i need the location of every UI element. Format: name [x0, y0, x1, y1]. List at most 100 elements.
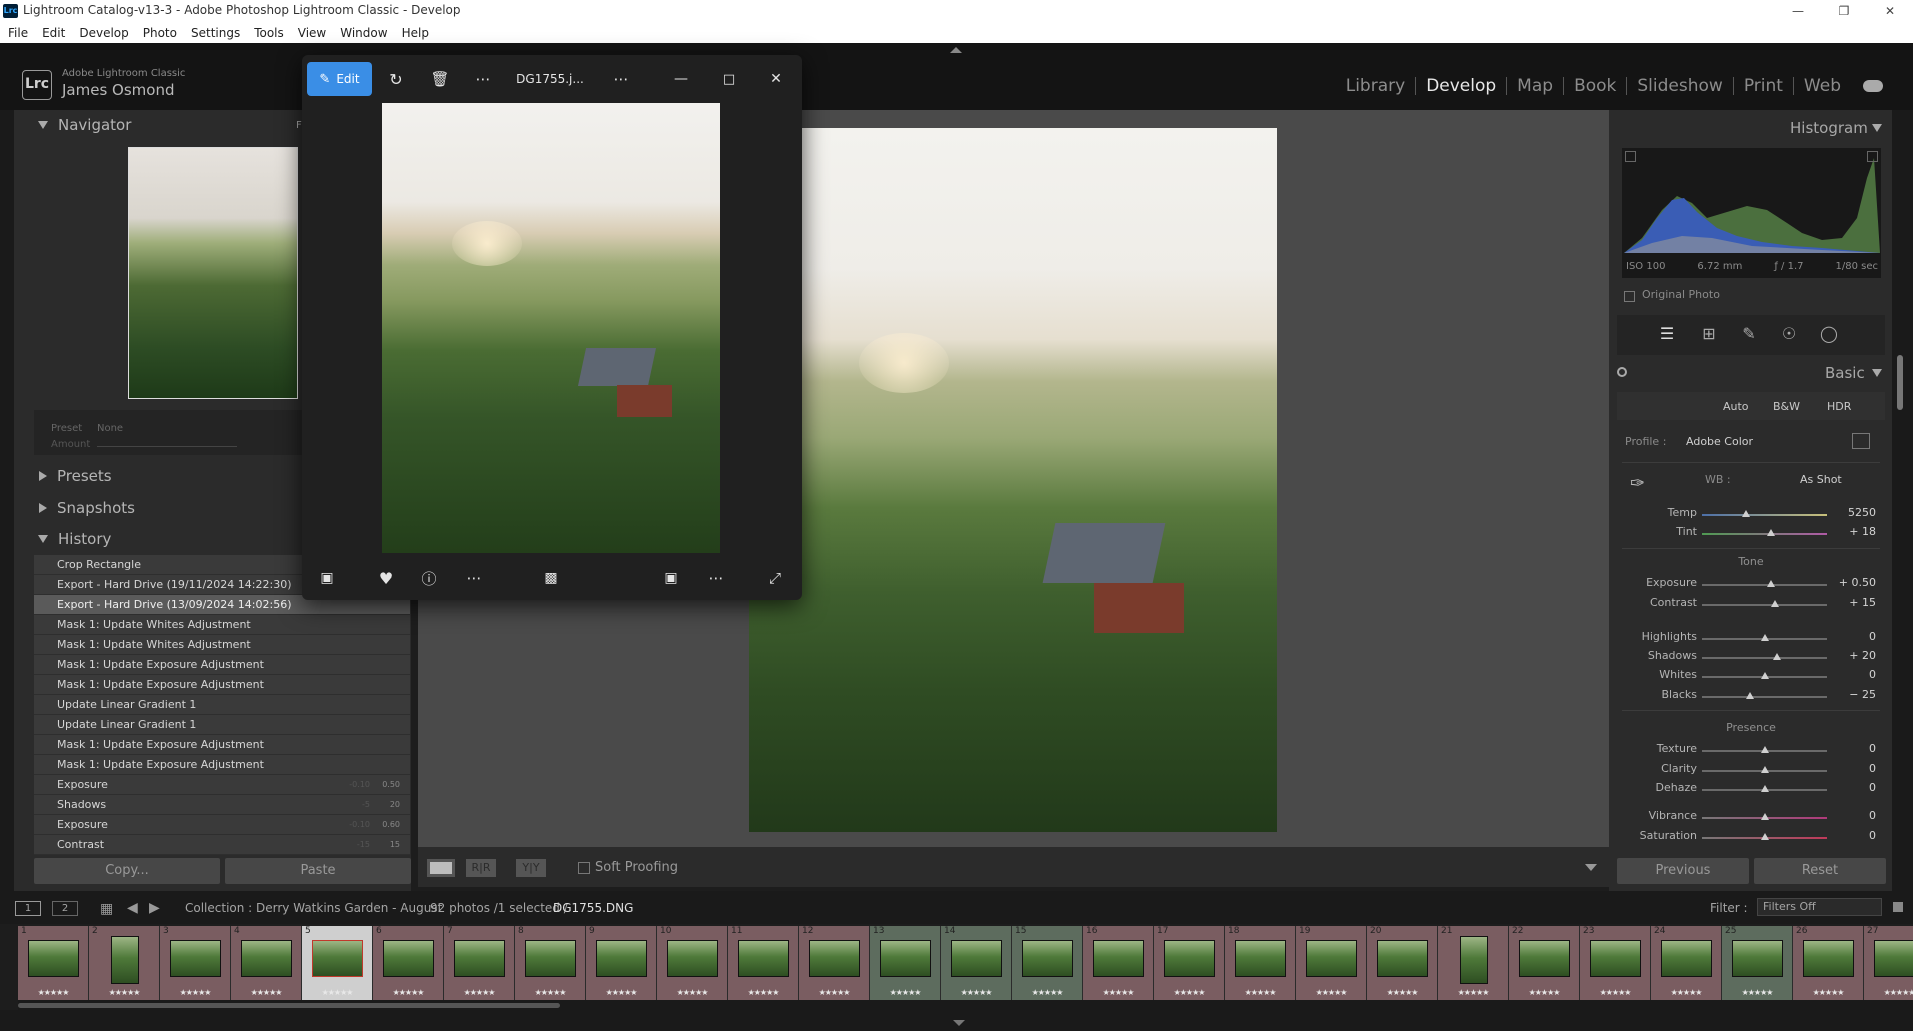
filmstrip-thumbnail[interactable]: 1 ★★★★★ [18, 926, 89, 1000]
hdr-button[interactable]: HDR [1827, 400, 1851, 413]
filmstrip-thumbnail[interactable]: 3 ★★★★★ [160, 926, 231, 1000]
panel-scrollbar[interactable] [1897, 355, 1903, 410]
slider-value[interactable]: 0 [1869, 630, 1876, 643]
slider-whites[interactable]: Whites 0 [1622, 668, 1880, 686]
menu-help[interactable]: Help [402, 26, 429, 40]
more-icon[interactable]: ⋯ [703, 565, 729, 591]
filmstrip-thumbnail[interactable]: 16 ★★★★★ [1083, 926, 1154, 1000]
filmstrip-thumbnail[interactable]: 10 ★★★★★ [657, 926, 728, 1000]
filmstrip-thumbnail[interactable]: 6 ★★★★★ [373, 926, 444, 1000]
toolbar-menu-icon[interactable] [1585, 864, 1597, 871]
slider-thumb[interactable] [1760, 746, 1769, 753]
slider-tint[interactable]: Tint + 18 [1622, 525, 1880, 543]
filmstrip-thumbnail[interactable]: 26 ★★★★★ [1793, 926, 1864, 1000]
menu-window[interactable]: Window [340, 26, 387, 40]
filmstrip-thumbnail[interactable]: 25 ★★★★★ [1722, 926, 1793, 1000]
star-rating[interactable]: ★★★★★ [1083, 988, 1153, 997]
healing-icon[interactable]: ✎ [1739, 324, 1759, 344]
star-rating[interactable]: ★★★★★ [586, 988, 656, 997]
filmstrip-thumbnail[interactable]: 14 ★★★★★ [941, 926, 1012, 1000]
star-rating[interactable]: ★★★★★ [373, 988, 443, 997]
profile-dropdown[interactable]: Adobe Color [1686, 435, 1753, 448]
star-rating[interactable]: ★★★★★ [1367, 988, 1437, 997]
crop-icon[interactable]: ⊞ [1699, 324, 1719, 344]
shadow-clipping-icon[interactable] [1625, 151, 1636, 162]
filmstrip-thumbnail[interactable]: 17 ★★★★★ [1154, 926, 1225, 1000]
history-item[interactable]: Mask 1: Update Exposure Adjustment [34, 735, 410, 755]
filmstrip-thumbnail[interactable]: 13 ★★★★★ [870, 926, 941, 1000]
filmstrip-thumbnail[interactable]: 27 ★★★★★ [1864, 926, 1913, 1000]
slider-thumb[interactable] [1766, 580, 1775, 587]
slider-value[interactable]: + 15 [1849, 596, 1876, 609]
slider-value[interactable]: 0 [1869, 781, 1876, 794]
slider-thumb[interactable] [1770, 600, 1779, 607]
module-book[interactable]: Book [1563, 77, 1626, 95]
history-item[interactable]: Mask 1: Update Exposure Adjustment [34, 755, 410, 775]
menu-develop[interactable]: Develop [79, 26, 128, 40]
menu-file[interactable]: File [8, 26, 28, 40]
histogram-title[interactable]: Histogram [1790, 119, 1868, 137]
slider-vibrance[interactable]: Vibrance 0 [1622, 809, 1880, 827]
star-rating[interactable]: ★★★★★ [231, 988, 301, 997]
history-item[interactable]: Exposure -0.10 0.50 [34, 775, 410, 795]
history-item[interactable]: Mask 1: Update Whites Adjustment [34, 615, 410, 635]
highlight-clipping-icon[interactable] [1867, 151, 1878, 162]
filmstrip-thumbnail[interactable]: 21 ★★★★★ [1438, 926, 1509, 1000]
minimize-icon[interactable]: — [668, 66, 694, 92]
filmstrip-thumbnail[interactable]: 20 ★★★★★ [1367, 926, 1438, 1000]
slider-value[interactable]: 5250 [1848, 506, 1876, 519]
slider-track[interactable] [1702, 533, 1827, 535]
history-item[interactable]: Shadows -5 20 [34, 795, 410, 815]
star-rating[interactable]: ★★★★★ [1793, 988, 1863, 997]
slider-value[interactable]: + 0.50 [1839, 576, 1876, 589]
rotate-icon[interactable]: ↻ [383, 66, 409, 92]
fullscreen-icon[interactable]: ⤢ [762, 565, 788, 591]
wb-dropdown[interactable]: As Shot [1800, 473, 1842, 486]
reset-button[interactable]: Reset [1754, 858, 1886, 884]
filmstrip-scroll-thumb[interactable] [18, 1003, 560, 1008]
star-rating[interactable]: ★★★★★ [1722, 988, 1792, 997]
main-photo[interactable] [749, 128, 1277, 832]
filter-lock-icon[interactable] [1893, 902, 1903, 912]
slider-texture[interactable]: Texture 0 [1622, 742, 1880, 760]
right-panel-edge[interactable] [1892, 110, 1913, 891]
slider-temp[interactable]: Temp 5250 [1622, 506, 1880, 524]
slider-value[interactable]: 0 [1869, 762, 1876, 775]
slider-track[interactable] [1702, 584, 1827, 586]
slider-thumb[interactable] [1741, 510, 1750, 517]
panel-visibility-eye-icon[interactable] [1617, 367, 1627, 377]
filmstrip-thumbnail[interactable]: 15 ★★★★★ [1012, 926, 1083, 1000]
slider-contrast[interactable]: Contrast + 15 [1622, 596, 1880, 614]
slider-value[interactable]: 0 [1869, 742, 1876, 755]
star-rating[interactable]: ★★★★★ [1012, 988, 1082, 997]
slider-dehaze[interactable]: Dehaze 0 [1622, 781, 1880, 799]
menu-view[interactable]: View [298, 26, 326, 40]
history-item[interactable]: Mask 1: Update Whites Adjustment [34, 635, 410, 655]
maximize-icon[interactable]: ❐ [1821, 0, 1867, 22]
basic-title[interactable]: Basic [1825, 364, 1865, 382]
star-rating[interactable]: ★★★★★ [302, 988, 372, 997]
slider-thumb[interactable] [1760, 672, 1769, 679]
module-print[interactable]: Print [1732, 77, 1793, 95]
loupe-view-icon[interactable] [427, 859, 455, 877]
bw-button[interactable]: B&W [1773, 400, 1800, 413]
slider-value[interactable]: − 25 [1849, 688, 1876, 701]
filmstrip-thumbnail[interactable]: 18 ★★★★★ [1225, 926, 1296, 1000]
slider-track[interactable] [1702, 696, 1827, 698]
viewer-photo[interactable] [382, 103, 720, 553]
star-rating[interactable]: ★★★★★ [1225, 988, 1295, 997]
primary-window-button[interactable]: 1 [15, 901, 41, 916]
module-slideshow[interactable]: Slideshow [1626, 77, 1732, 95]
slider-thumb[interactable] [1766, 529, 1775, 536]
red-eye-icon[interactable]: ☉ [1779, 324, 1799, 344]
slider-value[interactable]: + 20 [1849, 649, 1876, 662]
paste-button[interactable]: Paste [225, 858, 411, 884]
star-rating[interactable]: ★★★★★ [1438, 988, 1508, 997]
previous-button[interactable]: Previous [1617, 858, 1749, 884]
star-rating[interactable]: ★★★★★ [1154, 988, 1224, 997]
slider-value[interactable]: 0 [1869, 809, 1876, 822]
filmstrip-toggle-icon[interactable]: ▣ [314, 565, 340, 591]
collapse-triangle-icon[interactable] [1872, 369, 1882, 377]
star-rating[interactable]: ★★★★★ [799, 988, 869, 997]
slider-shadows[interactable]: Shadows + 20 [1622, 649, 1880, 667]
